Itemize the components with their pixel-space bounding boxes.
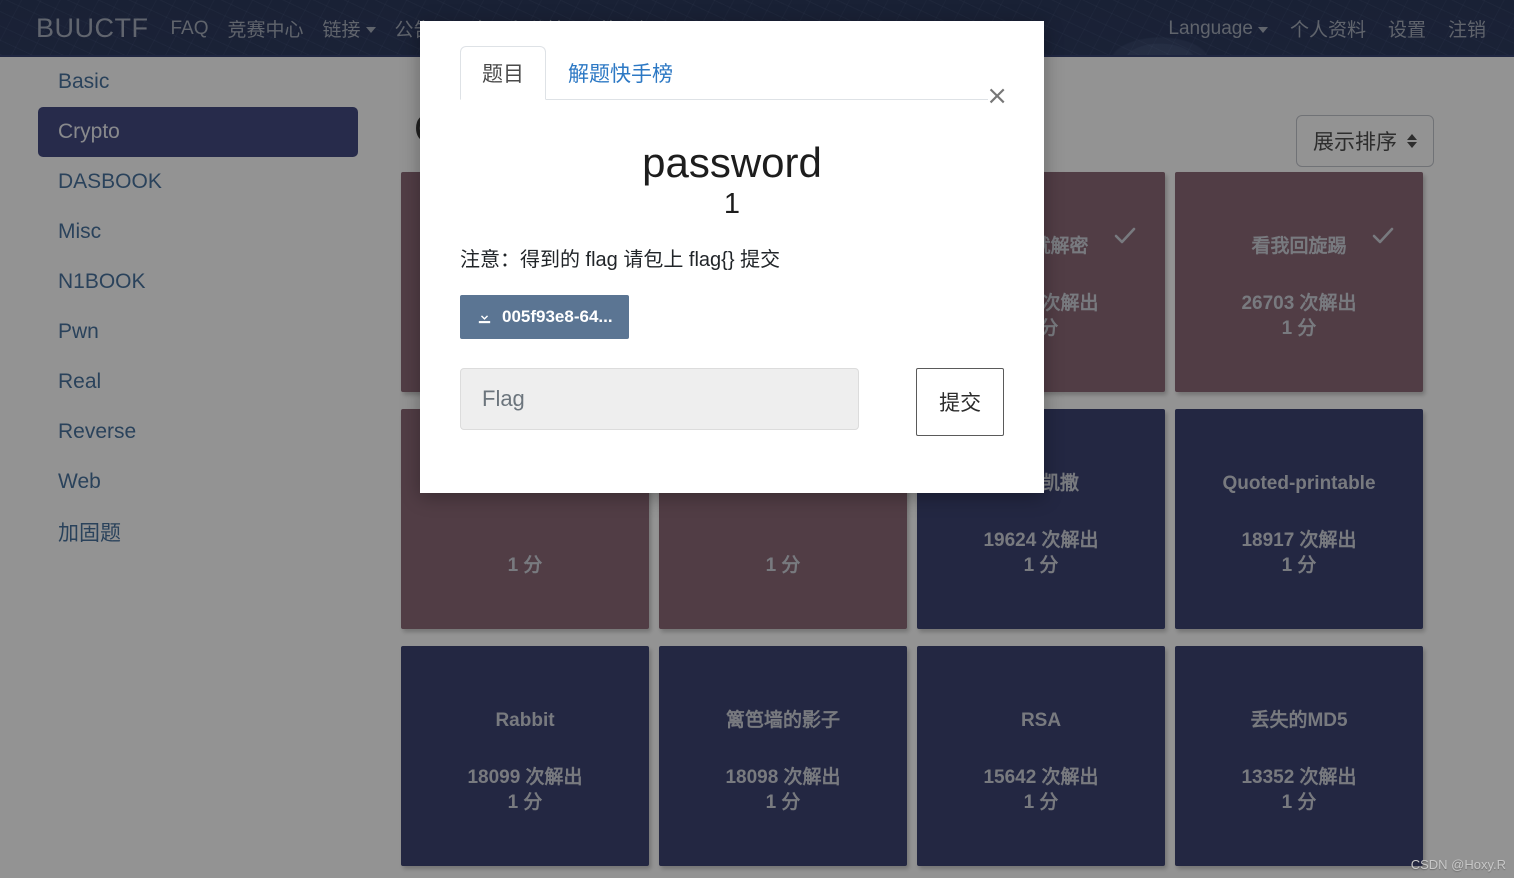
attachment-download-button[interactable]: 005f93e8-64... — [460, 295, 629, 340]
page-root: BUUCTF FAQ 竞赛中心 链接 公告 用户 积分榜 练习场 Languag… — [0, 0, 1514, 878]
challenge-point-value: 1 — [723, 188, 741, 221]
tab-challenge[interactable]: 题目 — [460, 46, 546, 100]
submit-button[interactable]: 提交 — [916, 368, 1004, 437]
challenge-modal: 题目 解题快手榜 × password 1 注意：得到的 flag 请包上 fl… — [420, 21, 1044, 493]
watermark: CSDN @Hoxy.R — [1410, 857, 1506, 872]
tab-solvers-leaderboard-label: 解题快手榜 — [568, 63, 673, 86]
flag-input[interactable] — [460, 368, 860, 431]
challenge-description: 注意：得到的 flag 请包上 flag{} 提交 — [460, 249, 781, 272]
challenge-name: password — [642, 139, 822, 186]
modal-body: password 1 注意：得到的 flag 请包上 flag{} 提交 005… — [420, 135, 1044, 437]
download-icon — [476, 309, 493, 326]
modal-header: 题目 解题快手榜 × — [420, 21, 1044, 119]
close-icon[interactable]: × — [986, 83, 1008, 109]
flag-submit-row: 提交 — [460, 368, 1004, 437]
modal-tabs: 题目 解题快手榜 — [460, 46, 988, 100]
tab-challenge-label: 题目 — [482, 63, 524, 86]
tab-solvers-leaderboard[interactable]: 解题快手榜 — [546, 46, 695, 100]
attachment-filename: 005f93e8-64... — [502, 307, 613, 327]
